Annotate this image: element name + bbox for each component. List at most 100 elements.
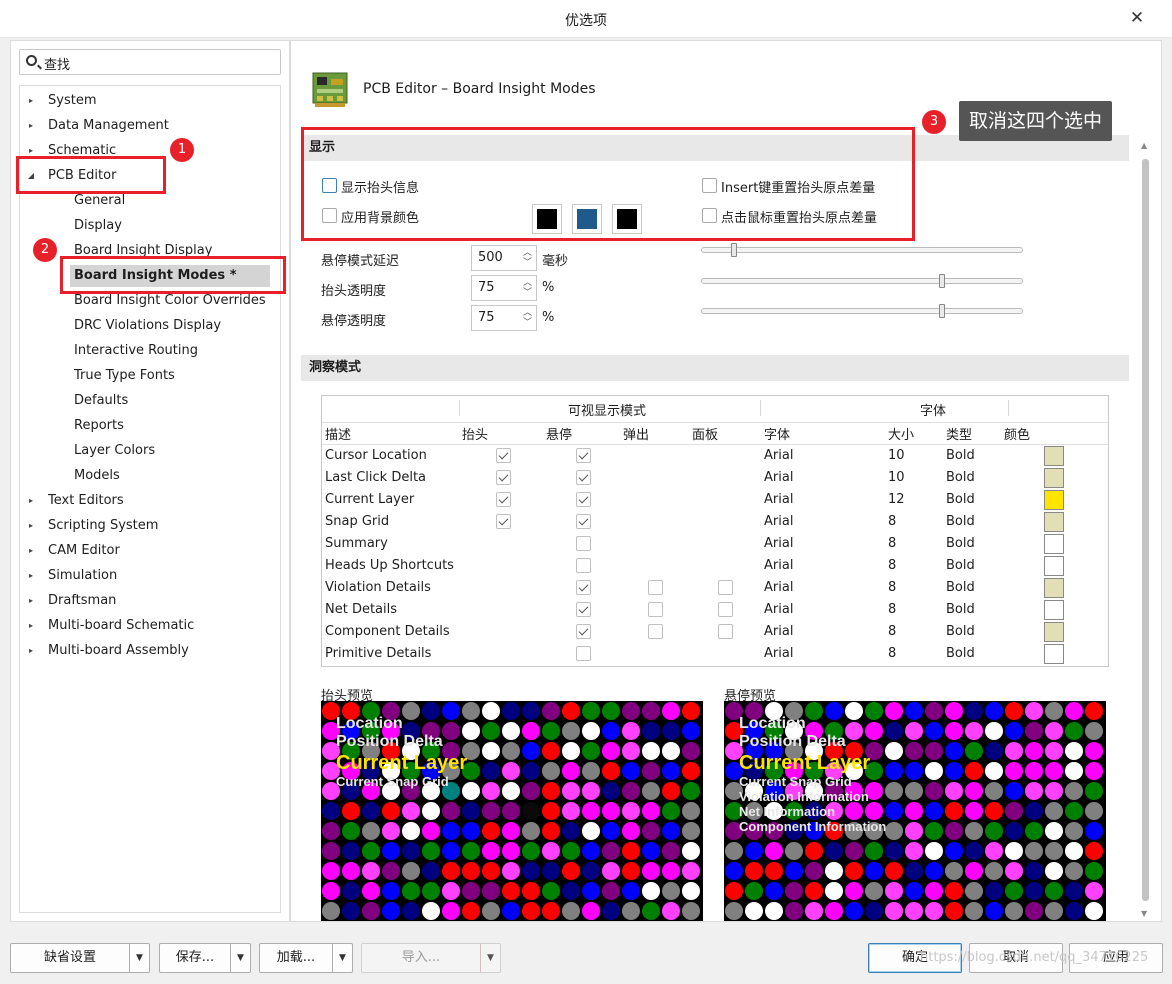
spinner-arrows-icon[interactable]: ︿ ﹀ bbox=[523, 308, 532, 328]
table-row[interactable]: Snap Grid Arial 8 Bold bbox=[322, 511, 1108, 533]
hover-checkbox[interactable] bbox=[576, 514, 591, 529]
spinner-arrows-icon[interactable]: ︿ ﹀ bbox=[523, 278, 532, 298]
table-row[interactable]: Cursor Location Arial 10 Bold bbox=[322, 445, 1108, 467]
panel-checkbox[interactable] bbox=[718, 602, 733, 617]
table-row[interactable]: Violation Details Arial 8 Bold bbox=[322, 577, 1108, 599]
table-row[interactable]: Primitive Details Arial 8 Bold bbox=[322, 643, 1108, 665]
hover-checkbox[interactable] bbox=[576, 470, 591, 485]
tree-item[interactable]: Layer Colors bbox=[70, 440, 270, 462]
table-row[interactable]: Last Click Delta Arial 10 Bold bbox=[322, 467, 1108, 489]
row-color-swatch[interactable] bbox=[1044, 468, 1064, 488]
headsup-checkbox[interactable] bbox=[496, 514, 511, 529]
row-color-swatch[interactable] bbox=[1044, 512, 1064, 532]
search-input[interactable]: 查找 bbox=[19, 49, 281, 75]
hover-delay-slider[interactable] bbox=[701, 243, 1023, 257]
tree-item[interactable]: ▸ Data Management bbox=[26, 115, 266, 137]
chevron-down-icon[interactable]: ▼ bbox=[230, 944, 250, 972]
col-panel[interactable]: 面板 bbox=[692, 424, 718, 443]
table-row[interactable]: Net Details Arial 8 Bold bbox=[322, 599, 1108, 621]
row-color-swatch[interactable] bbox=[1044, 556, 1064, 576]
scroll-down-icon[interactable]: ▼ bbox=[1141, 909, 1147, 918]
row-color-swatch[interactable] bbox=[1044, 578, 1064, 598]
defaults-button[interactable]: 缺省设置 ▼ bbox=[10, 943, 150, 973]
tree-item[interactable]: ▸ Multi-board Schematic bbox=[26, 615, 266, 637]
tree-item[interactable]: Models bbox=[70, 465, 270, 487]
row-color-swatch[interactable] bbox=[1044, 622, 1064, 642]
row-color-swatch[interactable] bbox=[1044, 446, 1064, 466]
row-color-swatch[interactable] bbox=[1044, 644, 1064, 664]
hover-delay-spinner[interactable]: 500 ︿ ﹀ bbox=[471, 245, 537, 271]
hover-opacity-spinner[interactable]: 75 ︿ ﹀ bbox=[471, 305, 537, 331]
vertical-scrollbar[interactable]: ▲ ▼ bbox=[1139, 141, 1151, 919]
chevron-down-icon[interactable]: ▼ bbox=[332, 944, 352, 972]
panel-checkbox[interactable] bbox=[718, 580, 733, 595]
close-icon[interactable]: ✕ bbox=[1122, 7, 1152, 29]
tree-item[interactable]: ▸ Multi-board Assembly bbox=[26, 640, 266, 662]
headsup-checkbox[interactable] bbox=[496, 448, 511, 463]
scrollbar-thumb[interactable] bbox=[1142, 159, 1149, 901]
slider-thumb[interactable] bbox=[939, 304, 945, 318]
tree-item[interactable]: ▸ System bbox=[26, 90, 266, 112]
table-row[interactable]: Current Layer Arial 12 Bold bbox=[322, 489, 1108, 511]
spinner-arrows-icon[interactable]: ︿ ﹀ bbox=[523, 248, 532, 268]
table-row[interactable]: Component Details Arial 8 Bold bbox=[322, 621, 1108, 643]
col-type[interactable]: 类型 bbox=[946, 424, 972, 443]
chevron-down-icon[interactable]: ▼ bbox=[129, 944, 149, 972]
popup-checkbox[interactable] bbox=[648, 624, 663, 639]
import-button[interactable]: 导入... ▼ bbox=[361, 943, 501, 973]
hover-checkbox[interactable] bbox=[576, 536, 591, 551]
headsup-checkbox[interactable] bbox=[496, 492, 511, 507]
col-desc[interactable]: 描述 bbox=[325, 424, 351, 443]
hover-opacity-slider[interactable] bbox=[701, 304, 1023, 318]
tree-item[interactable]: ▸ Draftsman bbox=[26, 590, 266, 612]
tree-item[interactable]: True Type Fonts bbox=[70, 365, 270, 387]
collapsed-arrow-icon[interactable]: ▸ bbox=[26, 115, 36, 137]
collapsed-arrow-icon[interactable]: ▸ bbox=[26, 640, 36, 662]
tree-item[interactable]: ▸ Text Editors bbox=[26, 490, 266, 512]
hover-checkbox[interactable] bbox=[576, 624, 591, 639]
tree-item[interactable]: ▸ CAM Editor bbox=[26, 540, 266, 562]
col-font[interactable]: 字体 bbox=[764, 424, 790, 443]
tree-item[interactable]: ▸ Simulation bbox=[26, 565, 266, 587]
collapsed-arrow-icon[interactable]: ▸ bbox=[26, 540, 36, 562]
popup-checkbox[interactable] bbox=[648, 580, 663, 595]
popup-checkbox[interactable] bbox=[648, 602, 663, 617]
table-row[interactable]: Summary Arial 8 Bold bbox=[322, 533, 1108, 555]
headsup-opacity-spinner[interactable]: 75 ︿ ﹀ bbox=[471, 275, 537, 301]
slider-thumb[interactable] bbox=[939, 274, 945, 288]
col-headsup[interactable]: 抬头 bbox=[462, 424, 488, 443]
collapsed-arrow-icon[interactable]: ▸ bbox=[26, 565, 36, 587]
col-popup[interactable]: 弹出 bbox=[623, 424, 649, 443]
tree-item[interactable]: Reports bbox=[70, 415, 270, 437]
tree-item[interactable]: Display bbox=[70, 215, 270, 237]
collapsed-arrow-icon[interactable]: ▸ bbox=[26, 515, 36, 537]
col-size[interactable]: 大小 bbox=[888, 424, 914, 443]
collapsed-arrow-icon[interactable]: ▸ bbox=[26, 590, 36, 612]
scroll-up-icon[interactable]: ▲ bbox=[1141, 141, 1147, 150]
tree-item[interactable]: ▸ Scripting System bbox=[26, 515, 266, 537]
collapsed-arrow-icon[interactable]: ▸ bbox=[26, 615, 36, 637]
tree-item[interactable]: Interactive Routing bbox=[70, 340, 270, 362]
hover-checkbox[interactable] bbox=[576, 580, 591, 595]
chevron-down-icon[interactable]: ▼ bbox=[480, 944, 500, 972]
col-hover[interactable]: 悬停 bbox=[546, 424, 572, 443]
hover-checkbox[interactable] bbox=[576, 646, 591, 661]
col-color[interactable]: 颜色 bbox=[1004, 424, 1030, 443]
headsup-opacity-slider[interactable] bbox=[701, 274, 1023, 288]
load-button[interactable]: 加载... ▼ bbox=[259, 943, 353, 973]
table-row[interactable]: Heads Up Shortcuts Arial 8 Bold bbox=[322, 555, 1108, 577]
panel-checkbox[interactable] bbox=[718, 624, 733, 639]
row-color-swatch[interactable] bbox=[1044, 490, 1064, 510]
slider-thumb[interactable] bbox=[731, 243, 737, 257]
headsup-checkbox[interactable] bbox=[496, 470, 511, 485]
row-color-swatch[interactable] bbox=[1044, 534, 1064, 554]
collapsed-arrow-icon[interactable]: ▸ bbox=[26, 90, 36, 112]
hover-checkbox[interactable] bbox=[576, 602, 591, 617]
hover-checkbox[interactable] bbox=[576, 558, 591, 573]
hover-checkbox[interactable] bbox=[576, 492, 591, 507]
save-button[interactable]: 保存... ▼ bbox=[159, 943, 251, 973]
tree-item[interactable]: Defaults bbox=[70, 390, 270, 412]
tree-item[interactable]: DRC Violations Display bbox=[70, 315, 270, 337]
hover-checkbox[interactable] bbox=[576, 448, 591, 463]
row-color-swatch[interactable] bbox=[1044, 600, 1064, 620]
